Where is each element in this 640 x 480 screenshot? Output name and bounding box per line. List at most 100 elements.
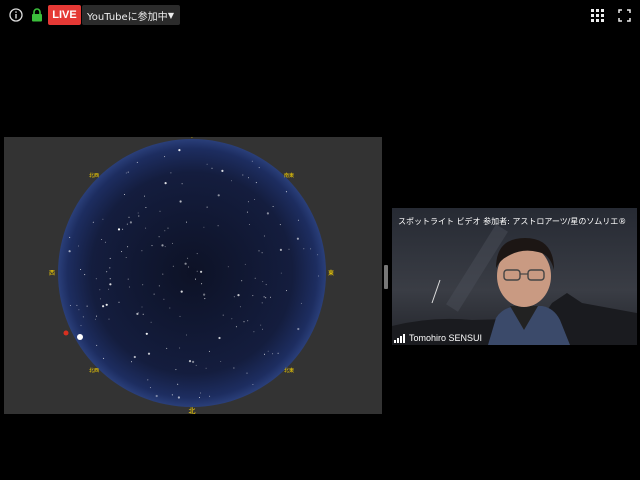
star [136, 161, 138, 163]
star [138, 312, 140, 314]
star [129, 221, 132, 224]
star [145, 207, 147, 208]
star [255, 182, 257, 184]
star [261, 302, 263, 304]
direction-east: 東 [328, 269, 334, 277]
star [203, 293, 206, 296]
star [187, 257, 189, 259]
star [231, 318, 233, 320]
participant-name: Tomohiro SENSUI [409, 333, 483, 343]
star [263, 235, 265, 237]
star [252, 384, 254, 385]
youtube-live-dropdown[interactable]: YouTubeに参加中 ▼ [82, 5, 180, 25]
star [142, 313, 144, 315]
star [279, 248, 282, 251]
spotlight-video-tile[interactable] [392, 208, 637, 345]
star [243, 321, 245, 323]
star [242, 174, 244, 176]
fullscreen-icon[interactable] [616, 7, 632, 23]
star [161, 244, 164, 247]
star [80, 325, 82, 327]
participant-nameplate: Tomohiro SENSUI [394, 333, 482, 343]
star [163, 298, 165, 300]
star [142, 284, 144, 286]
star [151, 245, 153, 247]
sky-chart: · 北 東 西 北西 南東 北西 北東 [49, 135, 334, 415]
star [303, 248, 305, 250]
star [200, 392, 202, 394]
star [252, 295, 254, 297]
star [164, 182, 167, 185]
star [237, 294, 240, 297]
direction-northeast: 北東 [284, 367, 294, 374]
star [206, 163, 208, 165]
star [149, 387, 151, 389]
sky-dome [58, 139, 326, 407]
star [272, 206, 274, 207]
star [179, 347, 181, 349]
star [217, 194, 220, 197]
star [109, 278, 111, 280]
direction-northwest: 北西 [89, 367, 99, 374]
star [99, 289, 101, 291]
star [186, 221, 187, 223]
star [262, 328, 263, 330]
star [158, 285, 160, 287]
star [246, 372, 248, 374]
planet-mars [63, 330, 69, 336]
star [126, 223, 128, 225]
star [133, 355, 136, 359]
star [288, 248, 290, 250]
star [147, 379, 149, 381]
star [199, 397, 200, 398]
star [68, 250, 71, 253]
grid-icon[interactable] [589, 7, 605, 23]
star [251, 160, 253, 162]
star [125, 257, 127, 258]
star [144, 195, 145, 197]
svg-text:·: · [191, 137, 193, 142]
star [201, 283, 203, 285]
star [239, 306, 241, 308]
star [241, 280, 243, 282]
star [272, 353, 274, 355]
star [102, 305, 105, 308]
star [270, 296, 271, 298]
star [118, 301, 120, 303]
star [99, 298, 101, 300]
star [138, 215, 140, 217]
shared-screen[interactable]: · 北 東 西 北西 南東 北西 北東 [4, 135, 382, 415]
star [180, 290, 183, 293]
star [94, 318, 96, 320]
panel-resize-handle[interactable] [384, 265, 388, 289]
star [253, 331, 255, 333]
live-badge[interactable]: LIVE [48, 5, 81, 25]
star [258, 250, 260, 252]
star [247, 320, 249, 322]
star [211, 167, 213, 169]
star [164, 246, 166, 248]
star [103, 357, 105, 359]
star [217, 225, 219, 227]
star [209, 395, 211, 397]
lock-icon[interactable] [29, 7, 45, 23]
info-icon[interactable] [8, 7, 24, 23]
star [69, 236, 71, 238]
star [196, 270, 198, 272]
star [141, 250, 143, 252]
star [267, 350, 269, 352]
spotlight-title: スポットライト ビデオ 参加者: アストロアーツ/星のソムリエ® [398, 217, 627, 226]
star [128, 216, 130, 218]
star [254, 277, 256, 279]
star [258, 167, 260, 169]
star [233, 296, 235, 298]
star [266, 212, 269, 215]
star [158, 236, 160, 238]
youtube-live-label: YouTubeに参加中 [87, 11, 168, 23]
star [248, 177, 249, 179]
direction-west: 西 [49, 270, 55, 277]
star [177, 383, 179, 385]
star [261, 252, 263, 254]
star [247, 201, 249, 203]
star [121, 251, 123, 253]
